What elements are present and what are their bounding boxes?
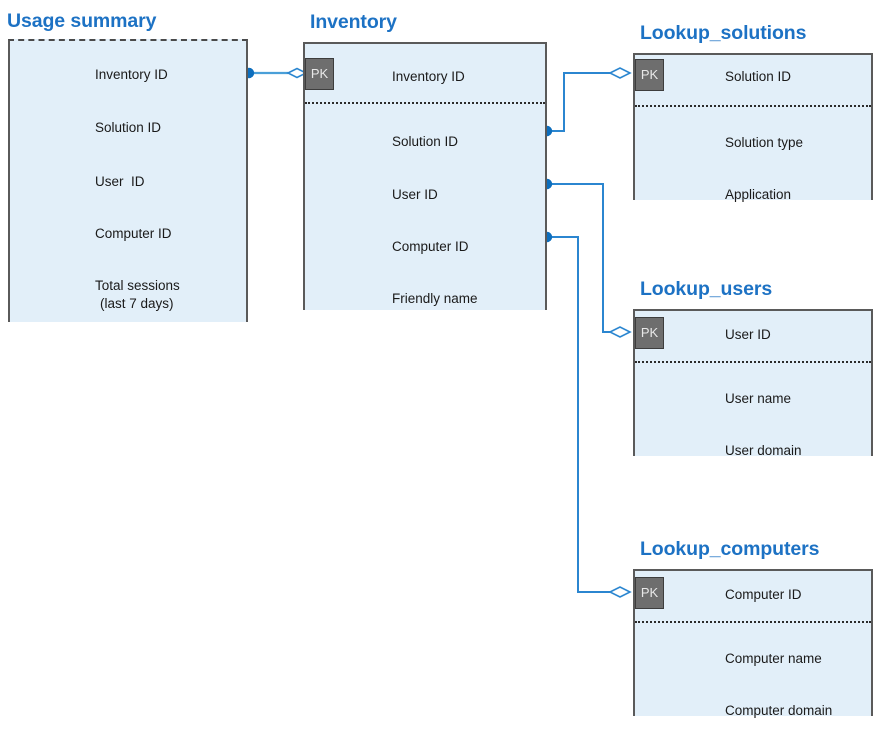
field-label: User ID (95, 174, 145, 189)
field-label: Friendly name (392, 291, 478, 306)
entity-title-lookup-computers: Lookup_computers (640, 538, 820, 560)
field-row[interactable]: User ID (10, 147, 246, 199)
field-row[interactable]: Application (635, 157, 871, 209)
field-row-pk[interactable]: PK Inventory ID (305, 44, 545, 102)
field-row[interactable]: Total sessions (last 7 days) (10, 251, 246, 311)
entity-lookup-computers[interactable]: Lookup_computers PK Computer ID Computer… (633, 538, 873, 718)
field-row[interactable]: User domain (635, 413, 871, 465)
entity-inventory[interactable]: Inventory PK Inventory ID Solution ID Us… (303, 11, 547, 310)
field-label: Total sessions (95, 278, 180, 293)
relationship-inventory-lookupsolutions (541, 67, 632, 137)
entity-lookup-users[interactable]: Lookup_users PK User ID User name User d… (633, 278, 873, 458)
field-label: Inventory ID (95, 67, 168, 82)
field-row[interactable]: User name (635, 361, 871, 413)
entity-lookup-solutions[interactable]: Lookup_solutions PK Solution ID Solution… (633, 22, 873, 202)
field-row[interactable]: Solution type (635, 105, 871, 157)
field-label: Inventory ID (392, 69, 465, 84)
field-label: Computer ID (392, 239, 469, 254)
er-diagram-canvas: Usage summary Inventory ID Solution ID U… (0, 0, 880, 752)
field-label: Solution ID (95, 120, 162, 135)
field-row[interactable]: Computer name (635, 621, 871, 673)
field-row-pk[interactable]: PK User ID (635, 311, 871, 361)
field-label: User ID (725, 327, 771, 342)
field-row[interactable]: Solution ID (305, 102, 545, 154)
field-row[interactable]: Computer domain (635, 673, 871, 725)
field-row[interactable]: Solution ID (10, 93, 246, 147)
field-label: Computer ID (725, 587, 802, 602)
field-row[interactable]: User ID (305, 154, 545, 206)
field-label: Computer ID (95, 226, 172, 241)
field-label: Solution ID (392, 134, 459, 149)
field-label-secondary: (last 7 days) (100, 296, 174, 311)
pk-badge: PK (635, 577, 664, 609)
entity-title-lookup-solutions: Lookup_solutions (640, 22, 807, 44)
field-row[interactable]: Computer ID (305, 206, 545, 258)
field-row-pk[interactable]: PK Computer ID (635, 571, 871, 621)
field-label: Solution ID (725, 69, 792, 84)
field-label: Computer domain (725, 703, 833, 718)
field-label: User name (725, 391, 792, 406)
field-label: Application (725, 187, 792, 202)
pk-badge: PK (635, 317, 664, 349)
field-label: Computer name (725, 651, 822, 666)
entity-usage-summary[interactable]: Usage summary Inventory ID Solution ID U… (7, 10, 248, 322)
field-row[interactable]: Computer ID (10, 199, 246, 251)
relationship-inventory-lookupusers (541, 178, 632, 338)
entity-title-lookup-users: Lookup_users (640, 278, 773, 300)
entity-title-inventory: Inventory (310, 11, 397, 33)
field-label: User ID (392, 187, 438, 202)
relationship-usagesummary-inventory (243, 67, 308, 79)
pk-badge: PK (305, 58, 334, 90)
entity-title-usage-summary: Usage summary (7, 10, 157, 32)
pk-badge: PK (635, 59, 664, 91)
field-label: Solution type (725, 135, 804, 150)
field-label: User domain (725, 443, 802, 458)
relationship-inventory-lookupcomputers (541, 231, 632, 598)
field-row-pk[interactable]: PK Solution ID (635, 55, 871, 105)
field-row[interactable]: Inventory ID (10, 41, 246, 93)
field-row[interactable]: Friendly name (305, 258, 545, 310)
